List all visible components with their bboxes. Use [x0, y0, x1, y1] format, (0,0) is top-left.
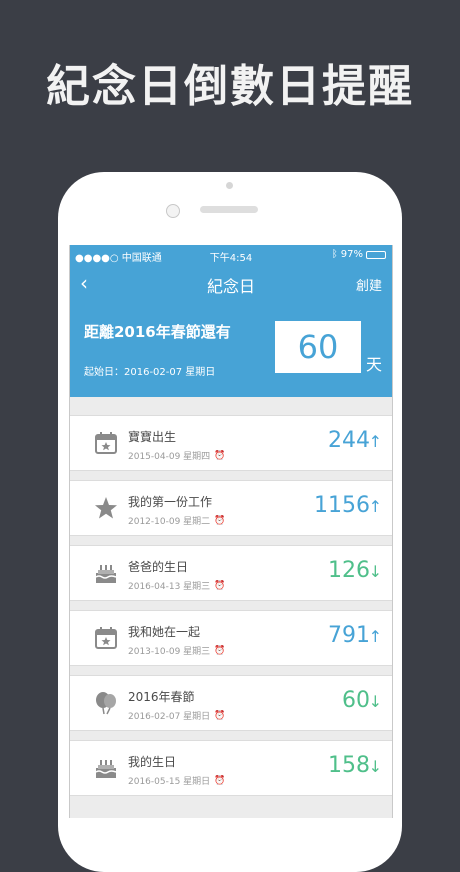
- item-name: 我的生日: [128, 755, 177, 769]
- item-direction-arrow: ↑: [368, 432, 382, 451]
- list-item[interactable]: 我的第一份工作 2012-10-09 星期二 ⏰ 1156 ↑: [70, 480, 392, 536]
- battery-percent: 97%: [340, 249, 363, 260]
- item-direction-arrow: ↑: [368, 627, 382, 646]
- item-meta: 2012-10-09 星期二 ⏰: [128, 514, 226, 528]
- item-date: 2016-02-07 星期日: [128, 712, 211, 722]
- battery-icon: [366, 250, 386, 259]
- item-days: 158: [328, 753, 370, 778]
- countdown-unit: 天: [366, 355, 383, 374]
- countdown-title: 距離2016年春節還有: [84, 323, 231, 341]
- page-title: 紀念日: [206, 277, 255, 296]
- list-item[interactable]: 2016年春節 2016-02-07 星期日 ⏰ 60 ↓: [70, 675, 392, 731]
- star-icon: [94, 496, 118, 520]
- anniversary-list: 寶寶出生 2015-04-09 星期四 ⏰ 244 ↑ 我的第一份工作 2012…: [70, 415, 392, 805]
- item-meta: 2016-05-15 星期日 ⏰: [128, 774, 226, 788]
- list-item[interactable]: 我的生日 2016-05-15 星期日 ⏰ 158 ↓: [70, 740, 392, 796]
- cake-icon: [94, 561, 118, 585]
- item-meta: 2013-10-09 星期三 ⏰: [128, 644, 226, 658]
- featured-countdown[interactable]: 距離2016年春節還有 起始日：2016-02-07 星期日 60 天: [70, 301, 392, 397]
- alarm-clock-icon: ⏰: [214, 450, 226, 461]
- list-item[interactable]: 寶寶出生 2015-04-09 星期四 ⏰ 244 ↑: [70, 415, 392, 471]
- item-days: 791: [328, 623, 370, 648]
- balloon-icon: [94, 691, 118, 715]
- item-meta: 2015-04-09 星期四 ⏰: [128, 449, 226, 463]
- nav-bar: ‹ 紀念日 創建: [70, 265, 392, 301]
- calendar-star-icon: [94, 626, 118, 650]
- promo-headline: 紀念日倒數日提醒: [46, 61, 414, 112]
- status-bar: ●●●●○ 中国联通 下午4:54 ᛒ 97%: [70, 245, 392, 265]
- item-meta: 2016-02-07 星期日 ⏰: [128, 709, 226, 723]
- item-direction-arrow: ↓: [368, 562, 382, 581]
- item-name: 我和她在一起: [128, 625, 201, 639]
- item-name: 我的第一份工作: [128, 495, 213, 509]
- item-date: 2013-10-09 星期三: [128, 647, 211, 657]
- item-name: 爸爸的生日: [128, 560, 189, 574]
- countdown-days: 60: [275, 321, 361, 373]
- item-name: 寶寶出生: [128, 430, 177, 444]
- item-days: 60: [342, 688, 370, 713]
- bluetooth-icon: ᛒ: [331, 249, 338, 260]
- item-direction-arrow: ↓: [368, 692, 382, 711]
- item-direction-arrow: ↓: [368, 757, 382, 776]
- item-date: 2016-04-13 星期三: [128, 582, 211, 592]
- alarm-clock-icon: ⏰: [214, 775, 226, 786]
- create-button[interactable]: 創建: [356, 275, 382, 294]
- item-days: 1156: [314, 493, 370, 518]
- alarm-clock-icon: ⏰: [214, 515, 226, 526]
- alarm-clock-icon: ⏰: [214, 580, 226, 591]
- cake-icon: [94, 756, 118, 780]
- list-item[interactable]: 我和她在一起 2013-10-09 星期三 ⏰ 791 ↑: [70, 610, 392, 666]
- item-date: 2012-10-09 星期二: [128, 517, 211, 527]
- calendar-star-icon: [94, 431, 118, 455]
- alarm-clock-icon: ⏰: [214, 710, 226, 721]
- app-screen: ●●●●○ 中国联通 下午4:54 ᛒ 97% ‹ 紀念日 創建 距離2016年…: [69, 245, 393, 818]
- countdown-start-date: 起始日：2016-02-07 星期日: [84, 367, 216, 378]
- item-date: 2016-05-15 星期日: [128, 777, 211, 787]
- list-item[interactable]: 爸爸的生日 2016-04-13 星期三 ⏰ 126 ↓: [70, 545, 392, 601]
- phone-speaker: [200, 206, 258, 213]
- item-days: 126: [328, 558, 370, 583]
- item-days: 244: [328, 428, 370, 453]
- alarm-clock-icon: ⏰: [214, 645, 226, 656]
- phone-sensor: [226, 182, 233, 189]
- status-right: ᛒ 97%: [332, 249, 386, 260]
- item-date: 2015-04-09 星期四: [128, 452, 211, 462]
- phone-front-camera: [166, 204, 180, 218]
- item-name: 2016年春節: [128, 690, 195, 704]
- item-direction-arrow: ↑: [368, 497, 382, 516]
- item-meta: 2016-04-13 星期三 ⏰: [128, 579, 226, 593]
